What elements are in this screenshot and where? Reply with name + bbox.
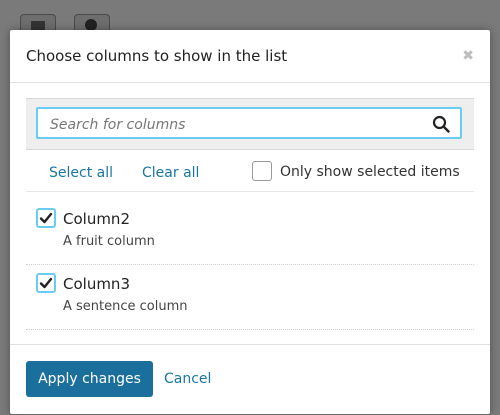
dialog-header: Choose columns to show in the list ✖ [10,30,490,83]
dialog-title: Choose columns to show in the list [26,47,288,65]
search-bar [26,98,474,150]
close-icon[interactable]: ✖ [462,48,474,64]
search-input[interactable] [48,115,412,135]
list-item[interactable]: Column2 A fruit column [26,200,474,265]
check-icon [39,277,53,289]
dialog-footer: Apply changes Cancel [10,344,490,415]
column-list: Column2 A fruit column Column3 A sentenc… [26,200,474,330]
search-icon[interactable] [432,115,450,133]
only-selected-checkbox[interactable] [252,161,272,181]
cancel-link[interactable]: Cancel [164,371,211,387]
column-name: Column3 [63,275,130,293]
select-all-link[interactable]: Select all [49,165,113,181]
search-box [36,107,462,139]
column-description: A sentence column [63,299,188,314]
column-name: Column2 [63,210,130,228]
list-item[interactable]: Column3 A sentence column [26,265,474,330]
apply-changes-button[interactable]: Apply changes [26,361,153,397]
clear-all-link[interactable]: Clear all [142,165,199,181]
background-toolbar [0,0,500,33]
column-checkbox[interactable] [36,273,56,293]
selection-controls: Select all Clear all Only show selected … [26,155,474,192]
choose-columns-dialog: Choose columns to show in the list ✖ Sel… [10,30,490,414]
only-selected-label: Only show selected items [280,164,460,180]
check-icon [39,212,53,224]
column-description: A fruit column [63,234,155,249]
column-checkbox[interactable] [36,208,56,228]
